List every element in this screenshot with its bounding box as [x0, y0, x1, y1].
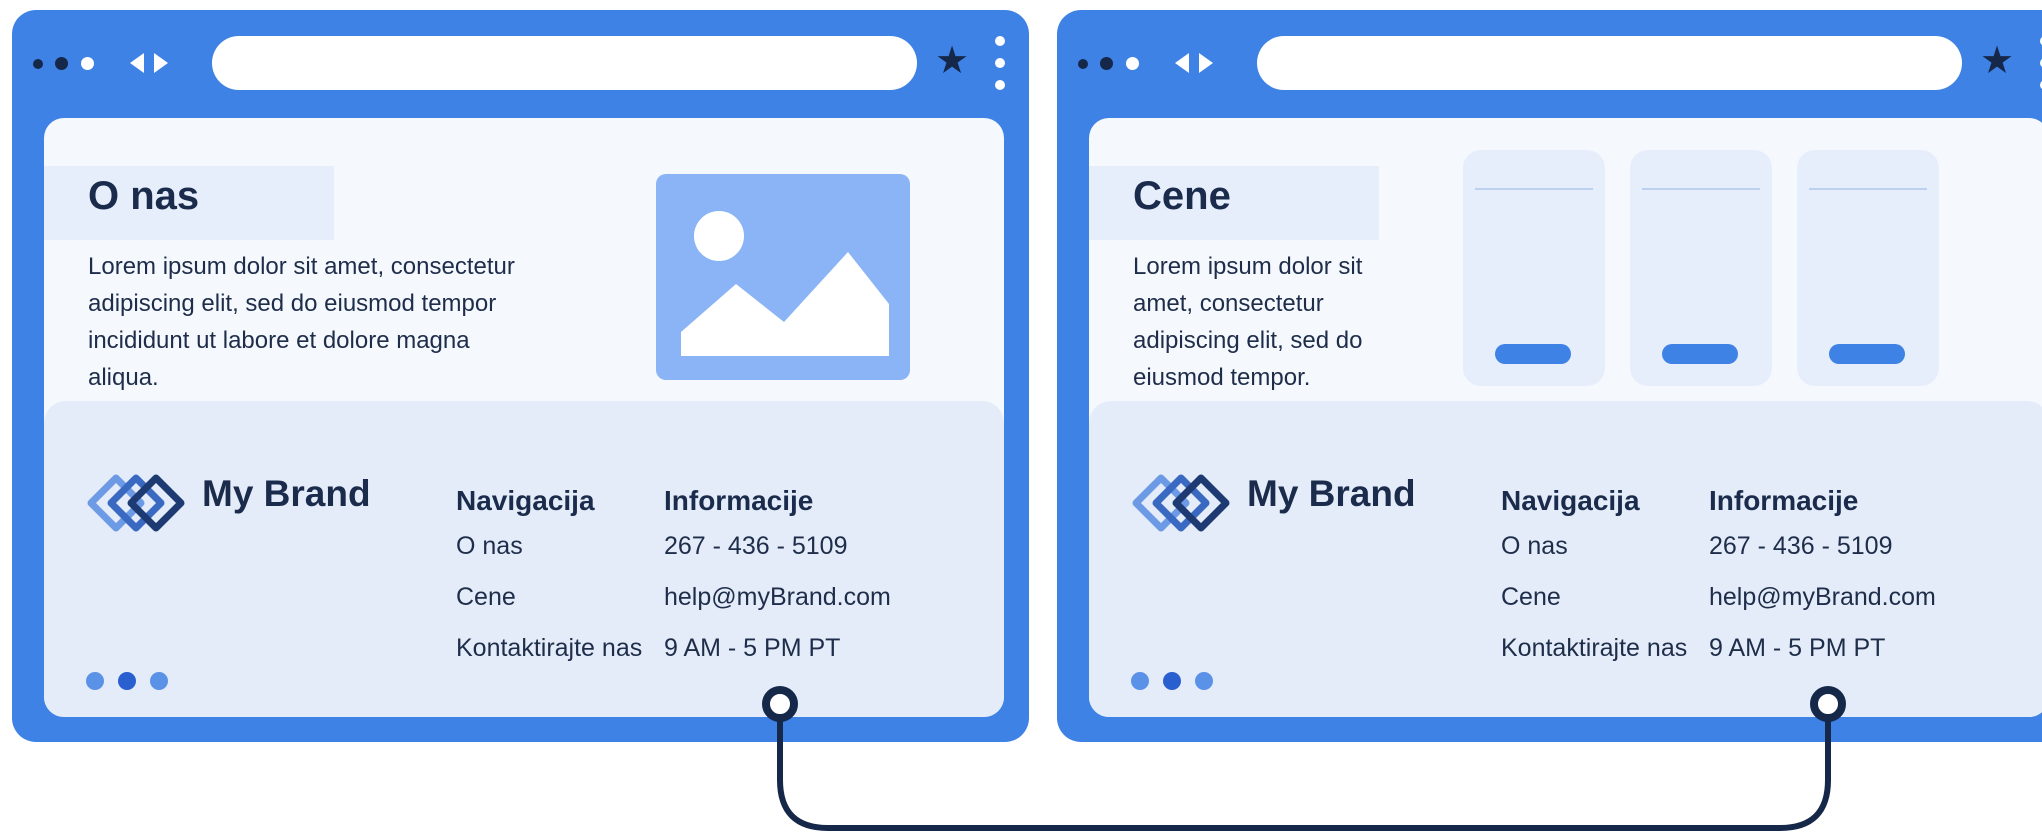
connector-node-icon [762, 686, 798, 722]
connector-node-icon [1810, 686, 1846, 722]
footer-link-connector [762, 686, 1846, 831]
